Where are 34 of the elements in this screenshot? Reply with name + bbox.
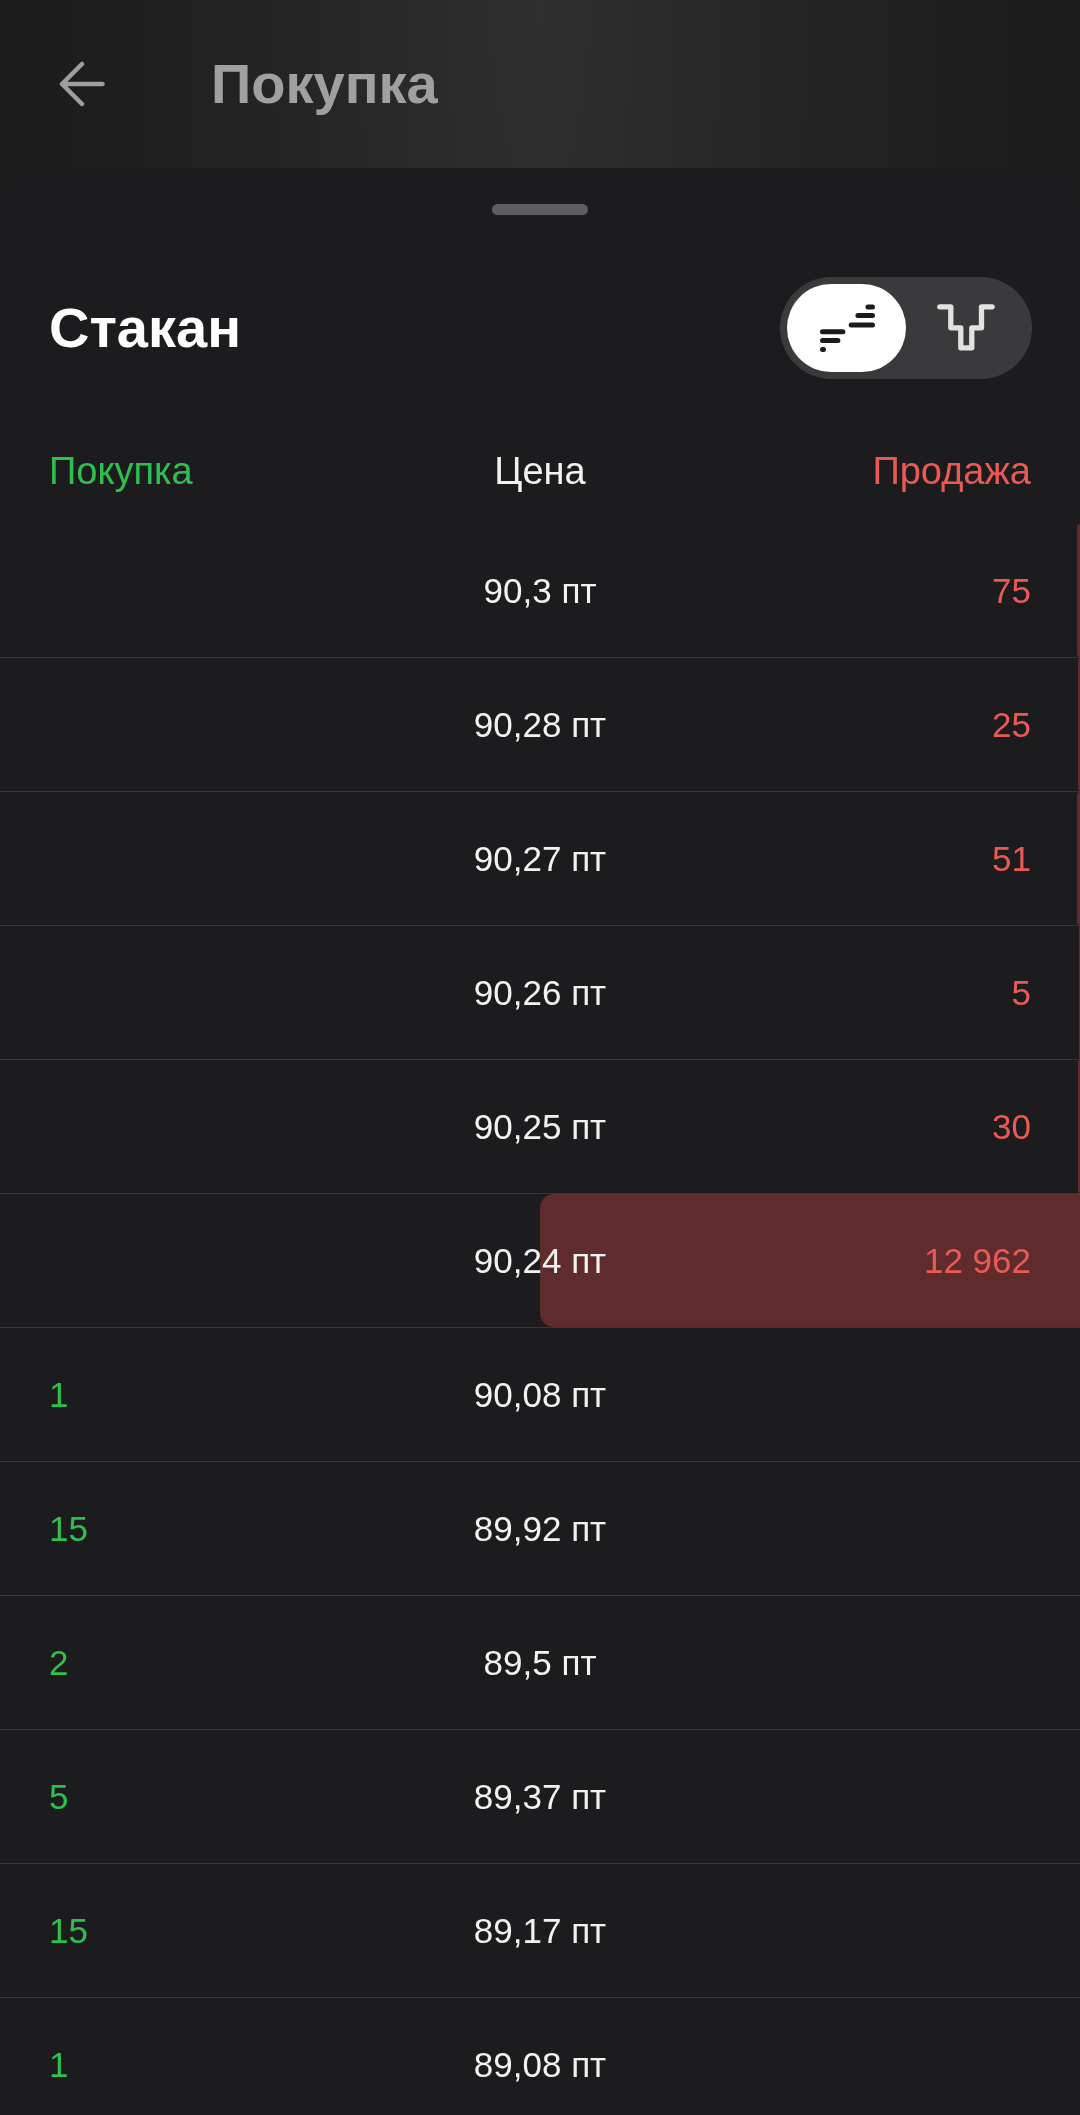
price: 89,37 пт xyxy=(473,1775,607,1818)
sell-quantity: 5 xyxy=(1011,971,1031,1014)
price: 89,17 пт xyxy=(473,1909,607,1952)
section-title: Стакан xyxy=(49,295,241,361)
buy-quantity: 15 xyxy=(49,1507,88,1550)
price: 90,27 пт xyxy=(473,837,607,880)
buy-quantity: 2 xyxy=(49,1641,69,1684)
arrow-left-icon xyxy=(59,61,105,107)
view-tab[interactable] xyxy=(787,284,906,372)
buy-quantity: 1 xyxy=(49,1373,69,1416)
sell-quantity: 30 xyxy=(992,1105,1031,1148)
buy-quantity: 1 xyxy=(49,2043,69,2086)
sell-quantity: 25 xyxy=(992,703,1031,746)
price: 90,28 пт xyxy=(473,703,607,746)
drag-handle[interactable] xyxy=(492,204,588,215)
sell-quantity: 51 xyxy=(992,837,1031,880)
price: 90,08 пт xyxy=(473,1373,607,1416)
sell-column-header: Продажа xyxy=(872,449,1031,493)
order-book-icon xyxy=(817,302,876,354)
price: 89,5 пт xyxy=(483,1641,597,1684)
price: 90,25 пт xyxy=(473,1105,607,1148)
price-column-header: Цена xyxy=(494,449,586,493)
buy-quantity: 15 xyxy=(49,1909,88,1952)
price: 90,26 пт xyxy=(473,971,607,1014)
price: 89,92 пт xyxy=(473,1507,607,1550)
stepped-line-icon xyxy=(936,304,995,352)
buy-quantity: 5 xyxy=(49,1775,69,1818)
sell-quantity: 75 xyxy=(992,569,1031,612)
buy-column-header: Покупка xyxy=(49,449,193,493)
sell-quantity: 12 962 xyxy=(923,1239,1031,1282)
price: 90,3 пт xyxy=(483,569,597,612)
price: 90,24 пт xyxy=(473,1239,607,1282)
page-title: Покупка xyxy=(211,51,438,117)
price: 89,08 пт xyxy=(473,2043,607,2086)
